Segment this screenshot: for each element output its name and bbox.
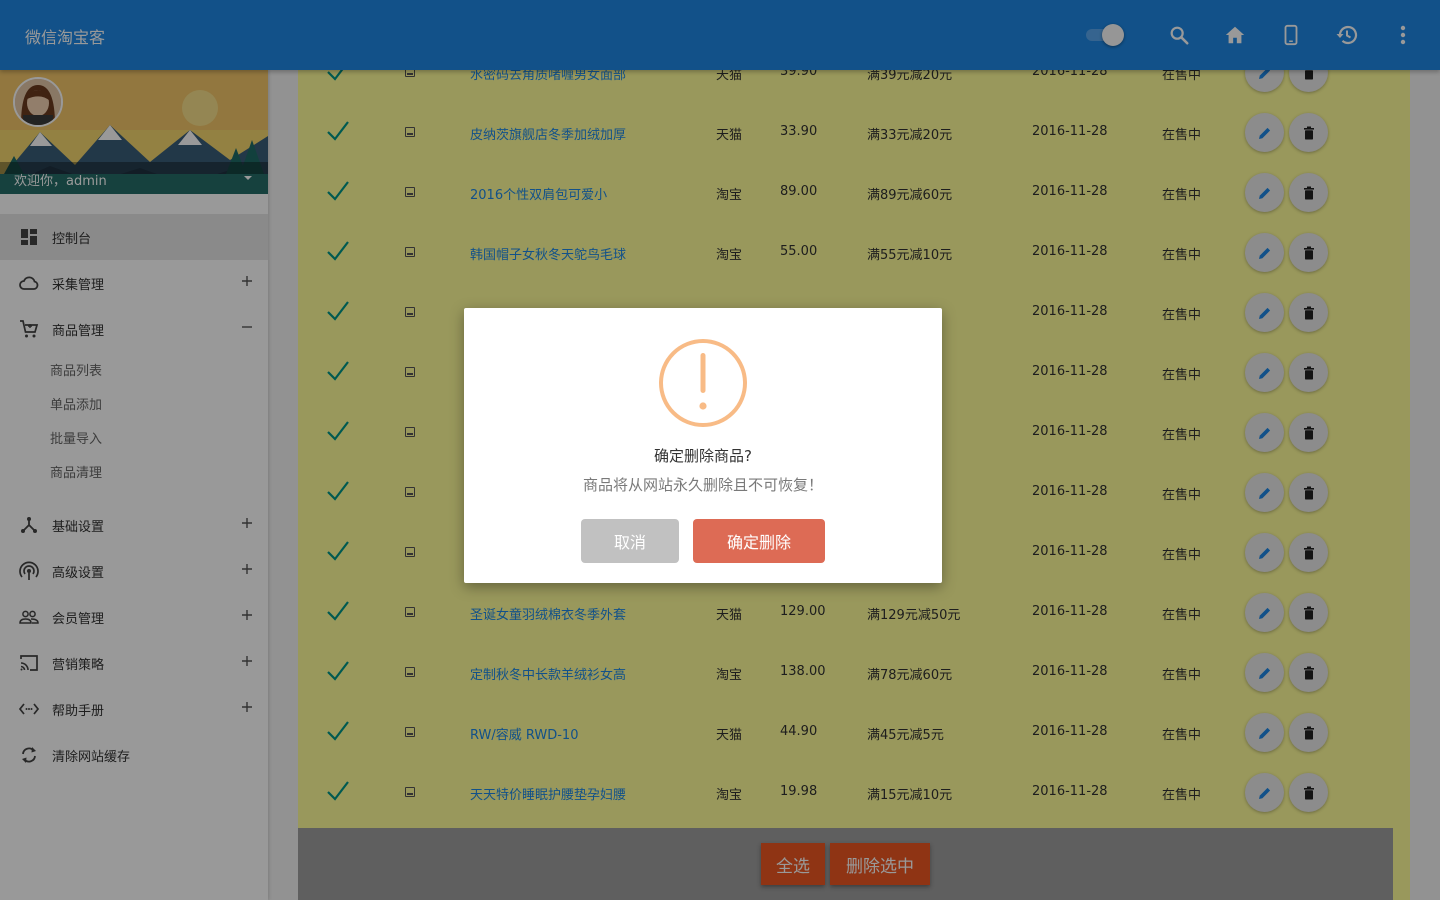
dialog-message: 商品将从网站永久删除且不可恢复！ [582,476,823,494]
delete-confirm-dialog: 确定删除商品? 商品将从网站永久删除且不可恢复！ 取消 确定删除 [464,308,942,583]
confirm-delete-button[interactable]: 确定删除 [693,519,825,563]
warning-icon [657,337,749,429]
dialog-title: 确定删除商品? [654,447,752,465]
cancel-button[interactable]: 取消 [581,519,679,563]
